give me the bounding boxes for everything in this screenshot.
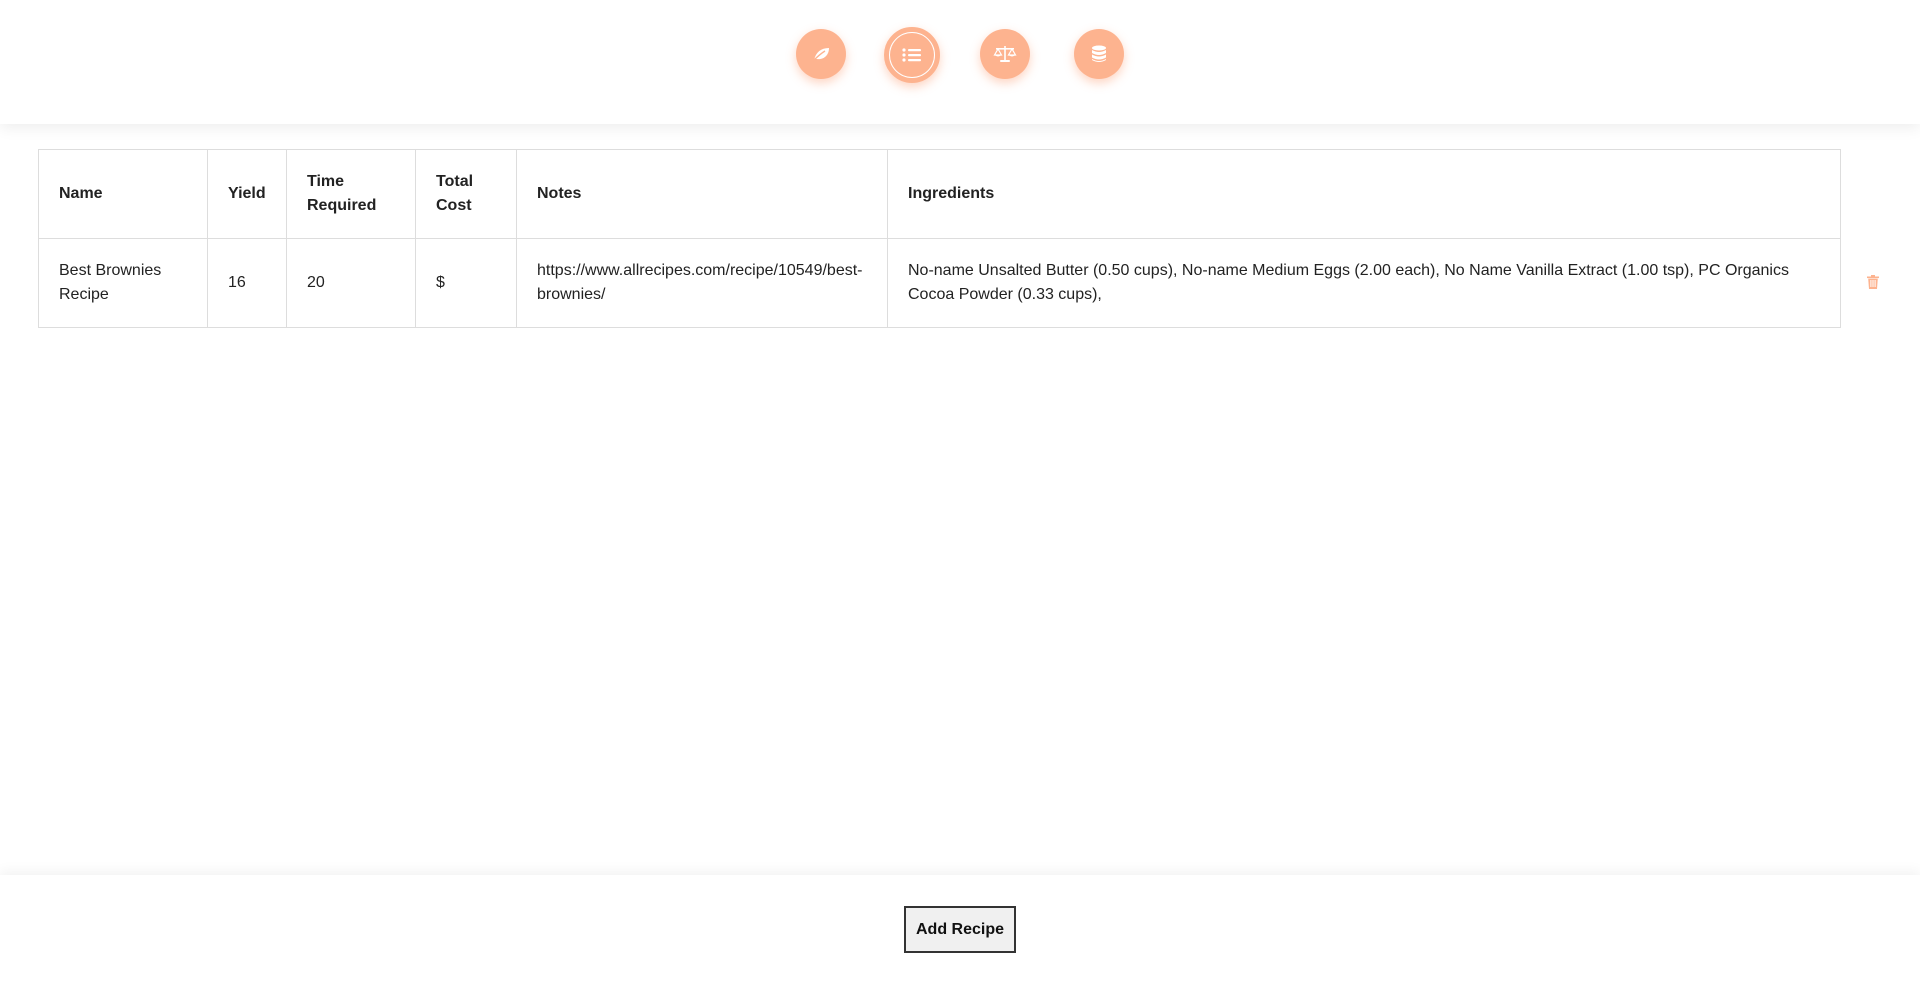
top-navigation-bar — [0, 0, 1920, 124]
nav-ingredients-button[interactable] — [796, 29, 846, 79]
table-header-row: Name Yield Time Required Total Cost Note… — [38, 149, 1841, 239]
recipes-table: Name Yield Time Required Total Cost Note… — [38, 149, 1841, 328]
trash-icon — [1867, 275, 1879, 289]
balance-scale-icon — [993, 46, 1017, 62]
recipes-table-container: Name Yield Time Required Total Cost Note… — [38, 149, 1841, 328]
header-yield: Yield — [207, 149, 287, 239]
header-ingredients: Ingredients — [887, 149, 1841, 239]
cell-name: Best Brownies Recipe — [38, 238, 208, 328]
cell-notes: https://www.allrecipes.com/recipe/10549/… — [516, 238, 888, 328]
database-icon — [1092, 45, 1106, 62]
header-notes: Notes — [516, 149, 888, 239]
cell-yield: 16 — [207, 238, 287, 328]
leaf-icon — [812, 48, 829, 62]
nav-recipes-button[interactable] — [884, 27, 940, 83]
header-name: Name — [38, 149, 208, 239]
nav-scale-button[interactable] — [980, 29, 1030, 79]
list-icon — [902, 48, 921, 62]
delete-recipe-button[interactable] — [1865, 274, 1881, 290]
footer-bar: Add Recipe — [0, 875, 1920, 983]
cell-time: 20 — [286, 238, 416, 328]
header-time-required: Time Required — [286, 149, 416, 239]
cell-cost: $ — [415, 238, 517, 328]
nav-database-button[interactable] — [1074, 29, 1124, 79]
add-recipe-button[interactable]: Add Recipe — [904, 906, 1016, 953]
header-total-cost: Total Cost — [415, 149, 517, 239]
cell-ingredients: No-name Unsalted Butter (0.50 cups), No-… — [887, 238, 1841, 328]
table-row[interactable]: Best Brownies Recipe 16 20 $ https://www… — [38, 238, 1841, 328]
